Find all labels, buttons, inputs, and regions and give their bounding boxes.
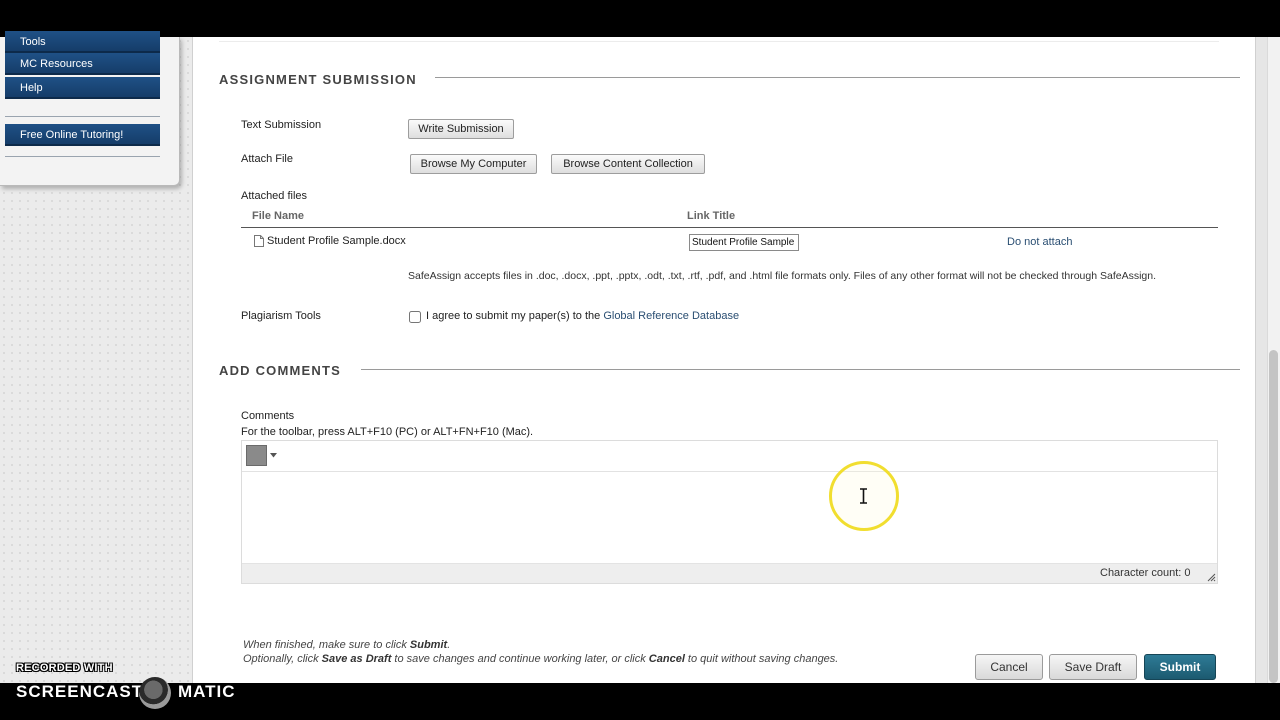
- write-submission-button[interactable]: Write Submission: [408, 119, 514, 139]
- finish-prefix: When finished, make sure to click: [243, 639, 410, 651]
- main-content: ASSIGNMENT SUBMISSION Text Submission Wr…: [192, 37, 1256, 683]
- screencast-logo-icon: [139, 677, 171, 709]
- cancel-button[interactable]: Cancel: [975, 654, 1043, 680]
- opt-text-3: to quit without saving changes.: [684, 653, 839, 665]
- menu-divider: [5, 156, 160, 157]
- attached-files-label: Attached files: [241, 190, 308, 202]
- plagiarism-tools-label: Plagiarism Tools: [241, 310, 321, 322]
- toolbar-toggle-icon: [246, 445, 267, 466]
- agree-checkbox[interactable]: [409, 311, 421, 323]
- menu-item-tools[interactable]: Tools: [5, 31, 160, 53]
- comments-text-area[interactable]: [242, 473, 1217, 562]
- character-count: Character count: 0: [1100, 567, 1191, 579]
- do-not-attach-link[interactable]: Do not attach: [1007, 236, 1072, 248]
- scrollbar-thumb[interactable]: [1269, 350, 1278, 683]
- opt-cancel: Cancel: [648, 653, 685, 665]
- file-name-column-header: File Name: [252, 210, 304, 222]
- section-divider: [435, 77, 1240, 78]
- comments-label: Comments: [241, 410, 295, 422]
- section-divider: [361, 369, 1240, 370]
- menu-divider: [5, 116, 160, 117]
- course-menu-panel: Tools MC Resources Help Free Online Tuto…: [0, 31, 180, 186]
- resize-handle-icon[interactable]: [1207, 573, 1216, 582]
- browse-content-collection-button[interactable]: Browse Content Collection: [551, 154, 705, 174]
- agree-text: I agree to submit my paper(s) to the: [426, 310, 601, 322]
- attach-file-label: Attach File: [241, 153, 293, 165]
- link-title-input[interactable]: [689, 234, 799, 251]
- toolbar-hint: For the toolbar, press ALT+F10 (PC) or A…: [241, 426, 534, 438]
- menu-item-help[interactable]: Help: [5, 77, 160, 99]
- recorded-with-label: RECORDED WITH: [16, 662, 113, 674]
- finish-instructions: When finished, make sure to click Submit…: [243, 638, 450, 653]
- top-divider: [219, 41, 1219, 42]
- link-title-column-header: Link Title: [687, 210, 736, 222]
- agree-statement: I agree to submit my paper(s) to the Glo…: [426, 310, 739, 322]
- editor-toolbar: [242, 441, 1217, 472]
- submit-button[interactable]: Submit: [1144, 654, 1216, 680]
- finish-suffix: .: [447, 639, 451, 651]
- document-icon: [254, 235, 264, 247]
- chevron-down-icon: [270, 453, 277, 458]
- opt-text-1: Optionally, click: [243, 653, 322, 665]
- attached-file-row: Student Profile Sample.docx Do not attac…: [241, 228, 1218, 256]
- finish-submit-word: Submit: [409, 639, 448, 651]
- menu-item-free-online-tutoring[interactable]: Free Online Tutoring!: [5, 124, 160, 146]
- comments-editor: Character count: 0: [241, 440, 1218, 584]
- text-submission-label: Text Submission: [241, 119, 322, 131]
- save-draft-button[interactable]: Save Draft: [1049, 654, 1137, 680]
- menu-item-mc-resources[interactable]: MC Resources: [5, 53, 160, 75]
- editor-status-bar: Character count: 0: [242, 563, 1217, 583]
- matic-brand: MATIC: [178, 682, 236, 701]
- add-comments-heading: ADD COMMENTS: [219, 363, 342, 378]
- opt-text-2: to save changes and continue working lat…: [391, 653, 649, 665]
- screencast-brand: SCREENCAST: [16, 682, 144, 701]
- opt-save-as-draft: Save as Draft: [321, 653, 392, 665]
- global-reference-database-link[interactable]: Global Reference Database: [603, 310, 739, 322]
- toolbar-toggle-button[interactable]: [246, 445, 278, 466]
- text-cursor-icon: [860, 488, 867, 504]
- assignment-submission-heading: ASSIGNMENT SUBMISSION: [219, 72, 417, 87]
- optional-instructions: Optionally, click Save as Draft to save …: [243, 652, 838, 667]
- video-top-bar: [0, 0, 1280, 37]
- attached-file-name: Student Profile Sample.docx: [267, 235, 406, 247]
- browse-my-computer-button[interactable]: Browse My Computer: [410, 154, 537, 174]
- right-background: [1256, 37, 1267, 683]
- safeassign-note: SafeAssign accepts files in .doc, .docx,…: [408, 270, 1157, 282]
